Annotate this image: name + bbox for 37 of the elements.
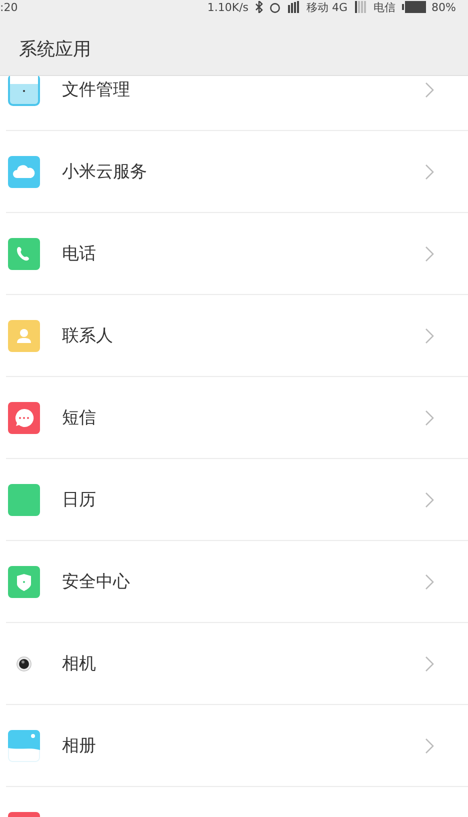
chevron-right-icon[interactable] <box>425 492 434 508</box>
chevron-right-icon[interactable] <box>425 82 434 98</box>
cloud-icon <box>8 156 40 188</box>
app-name[interactable]: 电话 <box>62 242 425 265</box>
app-name[interactable]: 相册 <box>62 734 425 757</box>
chevron-right-icon[interactable] <box>425 328 434 344</box>
carrier-label: 电信 <box>374 0 396 14</box>
chevron-right-icon[interactable] <box>425 738 434 754</box>
bluetooth-icon <box>254 1 263 13</box>
app-name[interactable]: 联系人 <box>62 324 425 347</box>
app-name[interactable]: 文件管理 <box>62 78 425 101</box>
chevron-right-icon[interactable] <box>425 410 434 426</box>
phone-icon <box>8 238 40 270</box>
carrier-label: 移动 4G <box>306 0 348 14</box>
app-name[interactable]: 短信 <box>62 406 425 429</box>
chevron-right-icon[interactable] <box>425 246 434 262</box>
app-name[interactable]: 小米云服务 <box>62 160 425 183</box>
contact-icon <box>8 320 40 352</box>
app-name[interactable]: 相机 <box>62 652 425 675</box>
chevron-right-icon[interactable] <box>425 164 434 180</box>
app-name[interactable]: 日历 <box>62 488 425 511</box>
chevron-right-icon[interactable] <box>425 656 434 672</box>
chevron-right-icon[interactable] <box>425 574 434 590</box>
shield-icon <box>8 566 40 598</box>
network-speed: 1.10K/s <box>207 0 249 14</box>
battery-icon <box>402 1 426 13</box>
battery-level: 80% <box>432 0 456 14</box>
calendar-icon <box>8 484 40 516</box>
message-icon <box>8 402 40 434</box>
app-name[interactable]: 安全中心 <box>62 570 425 593</box>
gallery-icon <box>8 730 40 762</box>
signal-icon <box>354 1 368 13</box>
alarm-icon <box>268 1 281 13</box>
signal-icon <box>286 1 301 13</box>
page-title: 系统应用 <box>19 38 91 61</box>
clock-time: :20 <box>0 0 18 14</box>
folder-icon <box>8 76 40 106</box>
